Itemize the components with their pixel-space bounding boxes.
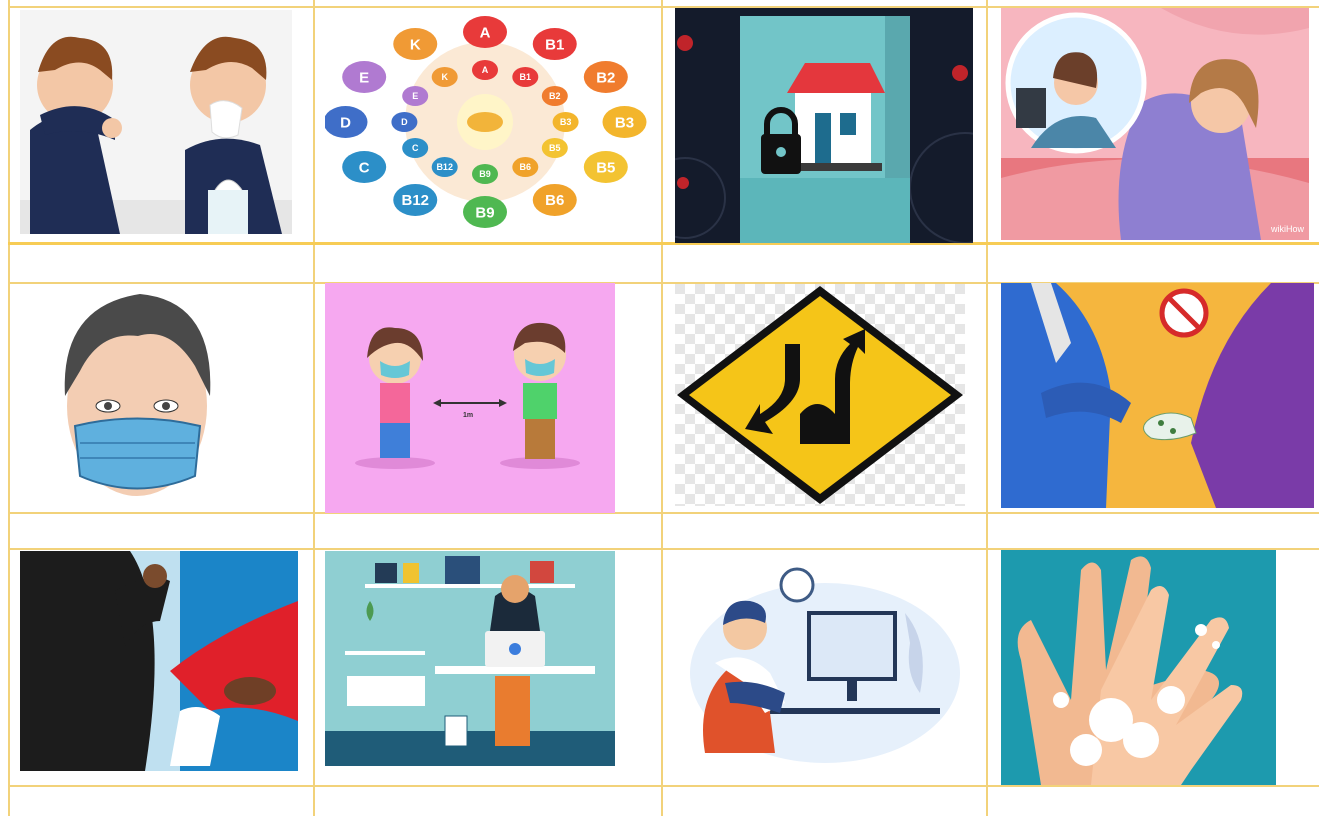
watermark-text: wikiHow [1270,224,1305,234]
vitamin-inner-b6: B6 [512,157,539,178]
grid-line [8,785,1319,787]
grid-line [661,0,663,816]
svg-text:B9: B9 [479,169,491,179]
grid-line [8,0,10,816]
grid-line [986,0,988,816]
vitamin-outer-b9: B9 [463,196,507,228]
video-call-image [675,553,965,768]
grid-line [8,242,1319,245]
vitamin-inner-d: D [391,112,418,132]
road-sign-image [675,284,965,506]
vitamin-outer-k: K [393,28,438,61]
vitamin-inner-e: E [402,86,429,106]
svg-text:E: E [359,69,369,86]
svg-text:B1: B1 [545,36,564,53]
vitamin-outer-d: D [325,106,368,138]
vitamin-inner-b3: B3 [552,112,579,132]
cough-etiquette-image [20,10,292,234]
face-mask-image [20,286,255,511]
lockdown-house-image [675,8,973,243]
svg-text:D: D [340,114,351,131]
svg-text:E: E [412,91,418,101]
svg-text:B2: B2 [596,69,615,86]
svg-text:B6: B6 [520,162,532,172]
grid-line [8,512,1319,514]
vitamin-outer-b3: B3 [602,106,647,138]
svg-text:B5: B5 [596,159,615,176]
social-distance-image: 1m [325,283,615,513]
svg-text:B12: B12 [401,192,429,209]
svg-text:B9: B9 [475,204,494,221]
svg-text:D: D [401,117,408,127]
no-handshake-image [1001,283,1314,508]
vitamin-inner-c: C [402,138,429,158]
svg-text:B3: B3 [615,114,634,131]
vitamin-inner-b5: B5 [541,138,568,158]
svg-text:B6: B6 [545,192,564,209]
vitamin-outer-b1: B1 [532,28,577,61]
svg-text:C: C [359,159,370,176]
work-from-home-image [325,551,615,766]
svg-text:B2: B2 [549,91,561,101]
svg-text:A: A [482,65,489,75]
vitamin-outer-b6: B6 [532,183,577,216]
vitamin-inner-b9: B9 [472,164,498,184]
vitamin-outer-c: C [342,151,387,183]
vitamin-inner-b1: B1 [512,66,539,87]
distance-label: 1m [463,412,473,419]
elbow-bump-image [20,551,298,771]
svg-text:K: K [410,36,421,53]
vitamin-outer-b2: B2 [583,61,628,93]
svg-text:B3: B3 [560,117,572,127]
vitamins-wheel-image: K A B1 B2 B3 B5 B6 B9 B12 C D E K A B1 B2 B3 B5 B6 B9 B12 C D E [325,10,655,235]
svg-text:B12: B12 [436,162,453,172]
svg-text:C: C [412,143,419,153]
image-grid: K A B1 B2 B3 B5 B6 B9 B12 C D E K A B1 B2 B3 B5 B6 B9 B12 C D E [0,0,1319,816]
vitamin-outer-a: A [463,16,507,48]
vitamin-outer-b12: B12 [393,183,438,216]
vitamin-outer-b5: B5 [583,151,628,183]
svg-text:B1: B1 [520,72,532,82]
vitamin-inner-a: A [472,60,498,80]
vitamin-inner-b2: B2 [541,86,568,106]
vitamin-inner-k: K [431,66,458,87]
call-doctor-image: wikiHow [1001,8,1309,240]
grid-line [313,0,315,816]
svg-text:B5: B5 [549,143,561,153]
svg-text:A: A [480,24,491,41]
hand-washing-image [1001,550,1276,785]
svg-text:K: K [441,72,448,82]
vitamin-inner-b12: B12 [431,157,458,178]
vitamin-outer-e: E [342,61,387,93]
